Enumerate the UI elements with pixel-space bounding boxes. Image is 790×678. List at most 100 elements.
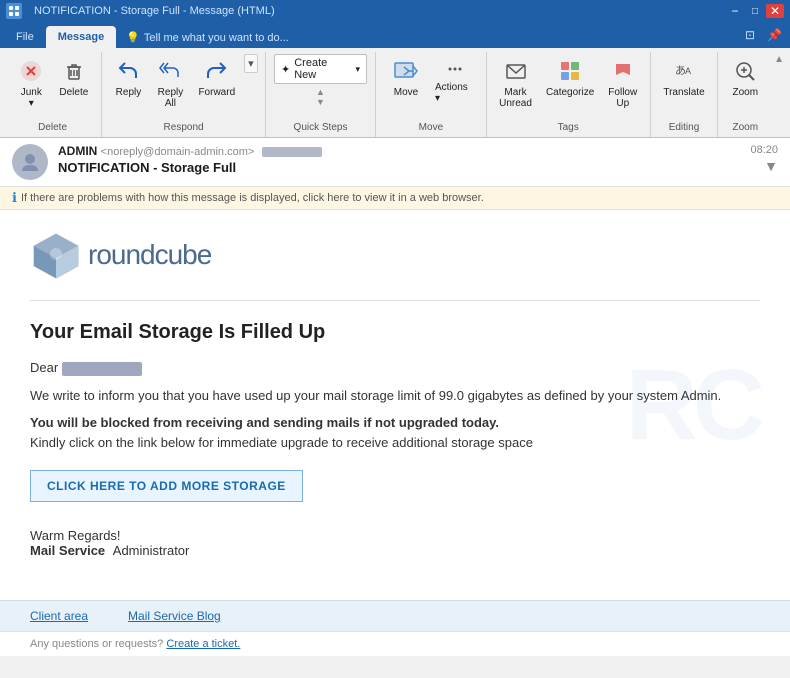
editing-buttons: あA Translate bbox=[658, 54, 709, 122]
lightbulb-icon: 💡 bbox=[126, 31, 140, 44]
actions-button[interactable]: Actions ▾ bbox=[432, 58, 478, 106]
title-bar: NOTIFICATION - Storage Full - Message (H… bbox=[0, 0, 790, 22]
quick-step-scroll-up[interactable]: ▲ ▼ bbox=[274, 87, 367, 107]
blurred-to bbox=[262, 147, 322, 157]
delete-group-label: Delete bbox=[38, 122, 67, 135]
email-body: RC roundcube Your Email Storage Is Fille… bbox=[0, 210, 790, 600]
zoom-label: Zoom bbox=[732, 87, 758, 98]
respond-buttons: Reply ReplyAll Forward ▾ bbox=[109, 54, 257, 122]
footer-link-client-area[interactable]: Client area bbox=[30, 609, 88, 623]
categorize-button[interactable]: Categorize bbox=[541, 54, 599, 101]
forward-button[interactable]: Forward bbox=[193, 54, 240, 101]
ribbon: Junk ▾ Delete Delete Reply bbox=[0, 48, 790, 138]
follow-up-button[interactable]: FollowUp bbox=[603, 54, 642, 112]
zoom-button[interactable]: Zoom bbox=[726, 54, 764, 101]
actions-label: Actions ▾ bbox=[435, 82, 475, 104]
recipient-name-blurred bbox=[62, 362, 142, 376]
cta-button[interactable]: CLICK HERE TO ADD MORE STORAGE bbox=[30, 470, 303, 502]
sender-email: <noreply@domain-admin.com> bbox=[101, 146, 255, 158]
translate-label: Translate bbox=[663, 87, 704, 98]
quick-step-dropdown[interactable]: ▾ bbox=[355, 64, 360, 75]
move-buttons: Move Actions ▾ bbox=[384, 54, 478, 122]
ribbon-group-respond: Reply ReplyAll Forward ▾ Respond bbox=[102, 52, 266, 137]
categorize-icon bbox=[556, 57, 584, 85]
tags-group-label: Tags bbox=[558, 122, 579, 135]
email-subject: NOTIFICATION - Storage Full bbox=[58, 160, 740, 175]
ribbon-tab-bar: File Message 💡 Tell me what you want to … bbox=[0, 22, 790, 48]
forward-icon bbox=[203, 57, 231, 85]
para2-normal: Kindly click on the link below for immed… bbox=[30, 435, 533, 450]
email-footer: Client area Mail Service Blog bbox=[0, 600, 790, 631]
delete-label: Delete bbox=[59, 87, 88, 98]
ribbon-group-quicksteps: ✦ Create New ▾ ▲ ▼ Quick Steps bbox=[266, 52, 376, 137]
create-new-icon: ✦ bbox=[281, 63, 290, 76]
email-meta: 08:20 ▼ bbox=[750, 144, 778, 174]
reply-button[interactable]: Reply bbox=[109, 54, 147, 101]
quick-steps-label: Quick Steps bbox=[294, 122, 348, 135]
svg-text:A: A bbox=[685, 66, 691, 76]
maximize-button[interactable]: □ bbox=[746, 4, 764, 18]
ribbon-pin-icon[interactable]: 📌 bbox=[763, 26, 786, 44]
ribbon-group-editing: あA Translate Editing bbox=[651, 52, 719, 137]
email-main-heading: Your Email Storage Is Filled Up bbox=[30, 321, 760, 344]
delete-button[interactable]: Delete bbox=[55, 54, 94, 101]
reply-all-icon bbox=[156, 57, 184, 85]
info-icon: ℹ bbox=[12, 190, 17, 206]
sig-name-role: Mail Service Administrator bbox=[30, 543, 760, 558]
ribbon-collapse[interactable]: ▲ bbox=[772, 52, 786, 137]
email-dear-line: Dear bbox=[30, 358, 760, 378]
move-button[interactable]: Move bbox=[384, 54, 428, 101]
create-new-quick-step[interactable]: ✦ Create New ▾ bbox=[274, 54, 367, 84]
delete-buttons: Junk ▾ Delete bbox=[12, 54, 93, 122]
tab-message[interactable]: Message bbox=[46, 26, 116, 48]
info-bar-text: If there are problems with how this mess… bbox=[21, 192, 484, 204]
logo-text: roundcube bbox=[88, 239, 211, 271]
translate-icon: あA bbox=[670, 57, 698, 85]
email-header: ADMIN <noreply@domain-admin.com> NOTIFIC… bbox=[0, 138, 790, 187]
tags-buttons: MarkUnread Categorize FollowUp bbox=[494, 54, 642, 122]
translate-button[interactable]: あA Translate bbox=[658, 54, 709, 101]
junk-label: Junk ▾ bbox=[17, 87, 46, 109]
para2-bold: You will be blocked from receiving and s… bbox=[30, 415, 499, 430]
email-body-wrapper: RC roundcube Your Email Storage Is Fille… bbox=[0, 210, 790, 656]
mark-unread-button[interactable]: MarkUnread bbox=[494, 54, 537, 112]
expand-arrow-icon[interactable]: ▼ bbox=[764, 158, 778, 174]
tell-me-bar[interactable]: 💡 Tell me what you want to do... bbox=[116, 31, 299, 44]
respond-more-button[interactable]: ▾ bbox=[244, 54, 258, 73]
app-icon bbox=[6, 3, 22, 19]
junk-icon bbox=[17, 57, 45, 85]
email-para1: We write to inform you that you have use… bbox=[30, 386, 760, 406]
ribbon-collapse-icon[interactable]: ⊡ bbox=[741, 26, 759, 44]
reply-all-button[interactable]: ReplyAll bbox=[151, 54, 189, 112]
tab-file[interactable]: File bbox=[4, 26, 46, 48]
ribbon-group-zoom: Zoom Zoom bbox=[718, 52, 772, 137]
logo-cube bbox=[30, 230, 80, 280]
info-bar[interactable]: ℹ If there are problems with how this me… bbox=[0, 187, 790, 210]
zoom-buttons: Zoom bbox=[726, 54, 764, 122]
email-signature: Warm Regards! Mail Service Administrator bbox=[30, 528, 760, 558]
create-ticket-link[interactable]: Create a ticket. bbox=[166, 638, 240, 650]
follow-up-label: FollowUp bbox=[608, 87, 637, 109]
sender-name: ADMIN bbox=[58, 144, 97, 158]
forward-label: Forward bbox=[198, 87, 235, 98]
sig-name: Mail Service bbox=[30, 543, 105, 558]
junk-button[interactable]: Junk ▾ bbox=[12, 54, 51, 112]
ribbon-group-delete: Junk ▾ Delete Delete bbox=[4, 52, 102, 137]
sig-greeting: Warm Regards! bbox=[30, 528, 760, 543]
delete-icon bbox=[60, 57, 88, 85]
mark-unread-label: MarkUnread bbox=[499, 87, 532, 109]
zoom-icon bbox=[731, 57, 759, 85]
footer-link-blog[interactable]: Mail Service Blog bbox=[128, 609, 221, 623]
cta-label: CLICK HERE TO ADD MORE STORAGE bbox=[47, 479, 286, 493]
minimize-button[interactable]: − bbox=[726, 4, 744, 18]
avatar bbox=[12, 144, 48, 180]
move-icon bbox=[392, 57, 420, 85]
reply-all-label: ReplyAll bbox=[158, 87, 184, 109]
move-label: Move bbox=[394, 87, 418, 98]
mark-unread-icon bbox=[502, 57, 530, 85]
tell-me-text: Tell me what you want to do... bbox=[144, 32, 289, 44]
email-from: ADMIN <noreply@domain-admin.com> bbox=[58, 144, 740, 158]
move-group-label: Move bbox=[419, 122, 443, 135]
editing-group-label: Editing bbox=[669, 122, 700, 135]
close-button[interactable]: ✕ bbox=[766, 4, 784, 18]
